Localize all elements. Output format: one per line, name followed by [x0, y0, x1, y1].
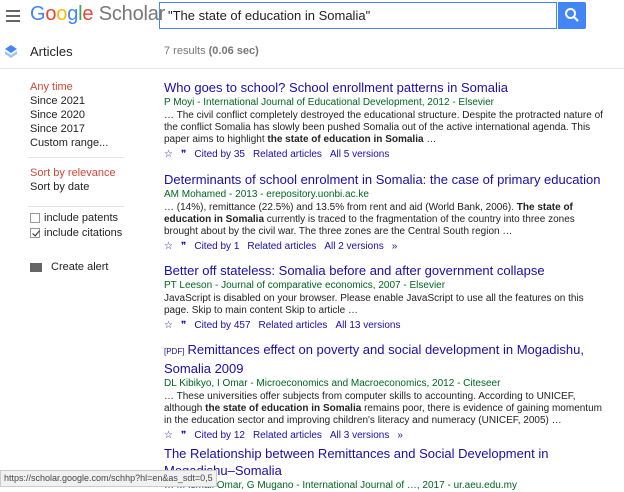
checkbox[interactable] [30, 227, 40, 238]
result-item: [PDF] Remittances effect on poverty and s… [164, 341, 604, 443]
sort-group: Sort by relevance Sort by date [30, 166, 150, 194]
more-options-icon[interactable]: » [392, 241, 398, 252]
cite-icon[interactable]: ❞ [181, 149, 186, 160]
include-group: include patents include citations [30, 210, 150, 240]
articles-icon [5, 45, 17, 58]
related-articles-link[interactable]: Related articles [253, 430, 322, 441]
cited-by-link[interactable]: Cited by 457 [194, 320, 250, 331]
results-count: 7 results (0.06 sec) [164, 45, 259, 57]
cite-icon[interactable]: ❞ [181, 320, 186, 331]
sort-option[interactable]: Sort by date [30, 180, 150, 194]
result-title-link[interactable]: Determinants of school enrolment in Soma… [164, 171, 604, 188]
time-filter-item[interactable]: Since 2020 [30, 108, 150, 122]
create-alert-link[interactable]: Create alert [30, 261, 108, 273]
result-actions: ☆ ❞ Cited by 457 Related articles All 13 ver… [164, 319, 604, 333]
cited-by-link[interactable]: Cited by 1 [194, 241, 239, 252]
checkbox-label: include citations [44, 226, 123, 239]
more-options-icon[interactable]: » [397, 430, 403, 441]
result-authors: … M Ismail Omar, G Mugano - Internationa… [164, 480, 517, 491]
cite-icon[interactable]: ❞ [181, 241, 186, 252]
top-bar: Google Scholar "The state of education i… [0, 0, 624, 38]
result-title-link[interactable]: [PDF] Remittances effect on poverty and s… [164, 341, 604, 377]
result-title-link[interactable]: The Relationship between Remittances and… [164, 445, 604, 479]
sidebar: Any time Since 2021 Since 2020 Since 2017 Cu… [28, 80, 150, 273]
result-authors: DL Kibikyo, I Omar - Microeconomics and … [164, 378, 501, 389]
include-checkbox-row[interactable]: include patents [30, 210, 150, 225]
results-time: (0.06 sec) [208, 45, 259, 57]
result-actions: ☆ ❞ Cited by 35 Related articles All 5 versi… [164, 148, 604, 162]
time-filter-item[interactable]: Since 2017 [30, 122, 150, 136]
time-filter-item[interactable]: Any time [30, 80, 150, 94]
result-actions: ☆ ❞ Cited by 12 Related articles All 3 versi… [164, 429, 604, 443]
time-filter-group: Any time Since 2021 Since 2020 Since 2017 Cu… [30, 80, 150, 150]
result-title-link[interactable]: Who goes to school? School enrollment pa… [164, 79, 604, 96]
result-authors: P Moyi - International Journal of Educat… [164, 97, 494, 108]
all-versions-link[interactable]: All 5 versions [330, 149, 389, 160]
sidebar-divider [28, 206, 124, 207]
result-actions: ☆ ❞ Cited by 1 Related articles All 2 versio… [164, 240, 604, 254]
related-articles-link[interactable]: Related articles [247, 241, 316, 252]
sort-option[interactable]: Sort by relevance [30, 166, 150, 180]
related-articles-link[interactable]: Related articles [259, 320, 328, 331]
search-icon [565, 8, 579, 22]
sidebar-divider [28, 157, 124, 158]
result-snippet: … The civil conflict completely destroye… [164, 110, 603, 145]
time-filter-item[interactable]: Custom range... [30, 136, 150, 150]
related-articles-link[interactable]: Related articles [253, 149, 322, 160]
all-versions-link[interactable]: All 2 versions [324, 241, 383, 252]
result-item: Who goes to school? School enrollment pa… [164, 79, 604, 162]
save-star-icon[interactable]: ☆ [164, 320, 173, 331]
save-star-icon[interactable]: ☆ [164, 241, 173, 252]
time-filter-item[interactable]: Since 2021 [30, 94, 150, 108]
result-item: Determinants of school enrolment in Soma… [164, 171, 604, 254]
result-snippet: … These universities offer subjects from… [164, 391, 602, 426]
pdf-tag[interactable]: [PDF] [164, 347, 184, 356]
search-button[interactable] [558, 2, 586, 29]
status-bar-url: https://scholar.google.com/schhp?hl=en&a… [0, 470, 217, 487]
mail-icon [30, 262, 42, 272]
result-title-link[interactable]: Better off stateless: Somalia before and… [164, 262, 604, 279]
search-input[interactable]: "The state of education in Somalia" [159, 2, 557, 29]
save-star-icon[interactable]: ☆ [164, 430, 173, 441]
menu-icon[interactable] [6, 10, 20, 25]
section-label: Articles [30, 44, 73, 59]
cited-by-link[interactable]: Cited by 12 [194, 430, 245, 441]
all-versions-link[interactable]: All 3 versions [330, 430, 389, 441]
sub-bar: Articles 7 results (0.06 sec) [0, 38, 624, 69]
include-checkbox-row[interactable]: include citations [30, 225, 150, 240]
all-versions-link[interactable]: All 13 versions [335, 320, 400, 331]
result-item: Better off stateless: Somalia before and… [164, 262, 604, 333]
cite-icon[interactable]: ❞ [181, 430, 186, 441]
google-scholar-logo[interactable]: Google Scholar [30, 3, 165, 26]
result-authors: AM Mohamed - 2013 - erepository.uonbi.ac… [164, 189, 369, 200]
results-count-text: 7 results [164, 45, 206, 57]
result-snippet: … (14%), remittance (22.5%) and 13.5% fr… [164, 202, 575, 237]
cited-by-link[interactable]: Cited by 35 [194, 149, 245, 160]
save-star-icon[interactable]: ☆ [164, 149, 173, 160]
logo-scholar-text: Scholar [98, 3, 166, 25]
result-authors: PT Leeson - Journal of comparative econo… [164, 280, 446, 291]
logo-google-text: Google [30, 3, 94, 25]
checkbox[interactable] [30, 212, 40, 223]
checkbox-label: include patents [44, 211, 118, 224]
result-snippet: JavaScript is disabled on your browser. … [164, 293, 584, 316]
create-alert-label: Create alert [51, 261, 109, 273]
